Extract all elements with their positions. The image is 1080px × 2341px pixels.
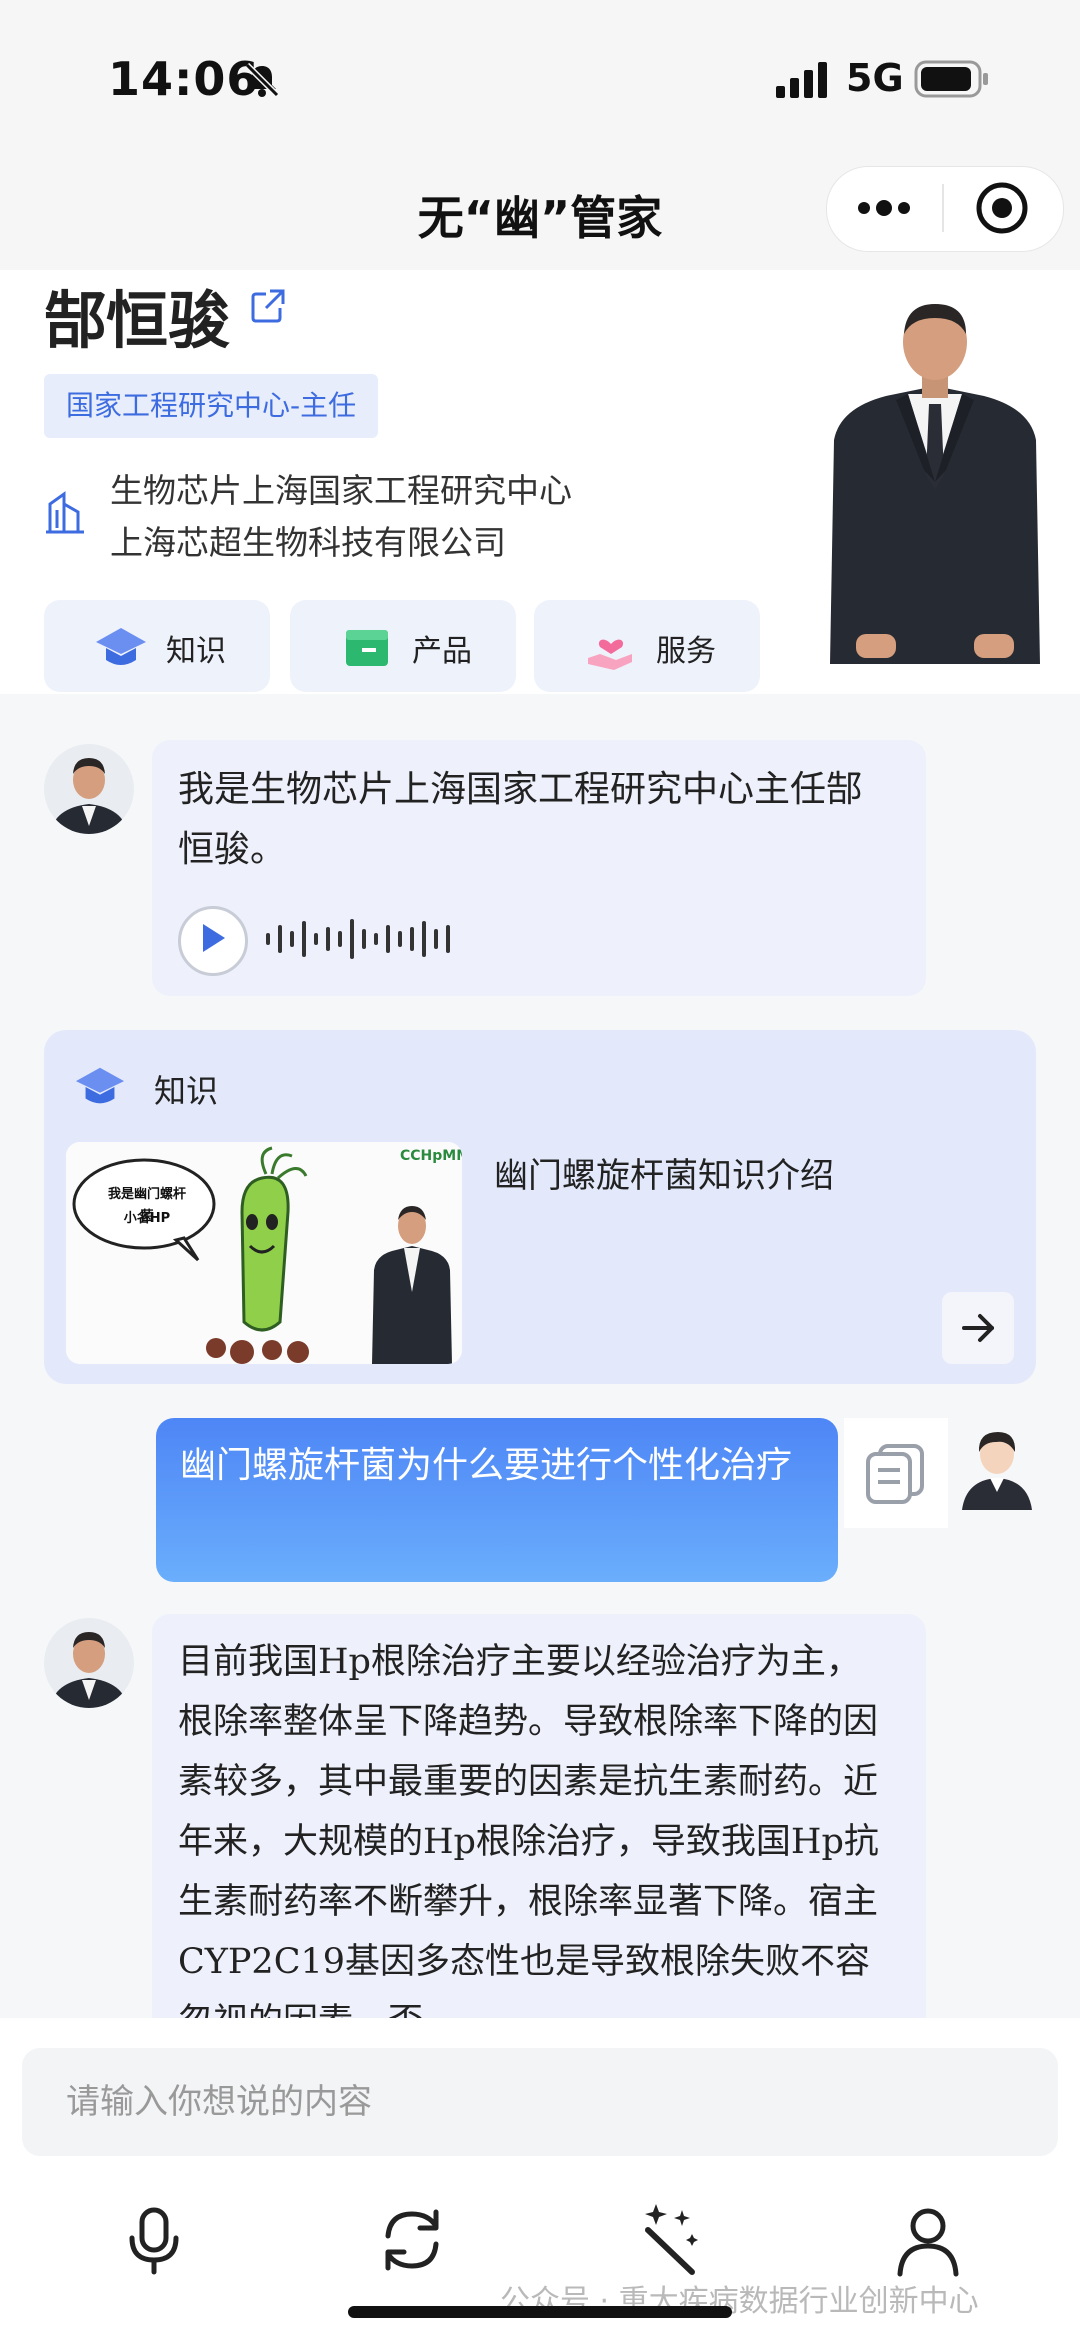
thumb-logo: CCHpMM: [400, 1148, 462, 1164]
close-miniprogram-icon[interactable]: [974, 180, 1030, 236]
graduation-cap-icon: [96, 628, 146, 665]
org-line-2: 上海芯超生物科技有限公司: [110, 523, 506, 562]
knowledge-thumbnail-art: [66, 1142, 462, 1364]
play-audio-button[interactable]: [178, 906, 248, 976]
expert-avatar: [44, 1618, 134, 1708]
home-indicator: [348, 2306, 732, 2318]
bell-off-icon: [244, 62, 280, 98]
refresh-icon[interactable]: [372, 2200, 452, 2280]
knowledge-card-label: 知识: [154, 1072, 219, 1110]
box-icon: [346, 630, 388, 666]
graduation-cap-icon: [75, 1067, 125, 1104]
share-icon[interactable]: [248, 286, 288, 326]
expert-portrait: [826, 300, 1044, 664]
more-icon[interactable]: [852, 190, 916, 226]
building-icon: [46, 491, 84, 534]
play-icon: [203, 924, 225, 952]
battery-icon: [914, 60, 988, 98]
message-input[interactable]: [22, 2048, 1058, 2156]
chip-product[interactable]: 产品: [290, 600, 516, 692]
audio-waveform: [266, 919, 450, 959]
chip-label: 知识: [166, 634, 226, 669]
microphone-icon[interactable]: [114, 2200, 194, 2280]
answer-text: 目前我国Hp根除治疗主要以经验治疗为主，根除率整体呈下降趋势。导致根除率下降的因…: [178, 1642, 879, 2024]
open-knowledge-button[interactable]: [942, 1292, 1014, 1364]
thumb-bubble-line-2: 小名HP: [123, 1211, 171, 1226]
chip-label: 服务: [656, 634, 716, 669]
user-avatar: [962, 1432, 1032, 1510]
hand-heart-icon: [588, 639, 632, 670]
knowledge-thumbnail[interactable]: 我是幽门螺杆菌 小名HP CCHpMM: [66, 1142, 462, 1364]
user-message-text: 幽门螺旋杆菌为什么要进行个性化治疗: [180, 1445, 793, 1486]
knowledge-item-title: 幽门螺旋杆菌知识介绍: [494, 1156, 834, 1196]
copy-icon[interactable]: [862, 1440, 928, 1506]
intro-text: 我是生物芯片上海国家工程研究中心主任郜恒骏。: [178, 769, 863, 870]
title-badge: 国家工程研究中心-主任: [44, 374, 379, 438]
chip-knowledge[interactable]: 知识: [44, 600, 270, 692]
capsule-divider: [942, 184, 944, 232]
expert-name: 郜恒骏: [44, 284, 231, 357]
person-icon[interactable]: [888, 2200, 968, 2280]
network-type: 5G: [846, 56, 904, 100]
org-line-1: 生物芯片上海国家工程研究中心: [110, 471, 572, 510]
chip-service[interactable]: 服务: [534, 600, 760, 692]
chip-label: 产品: [412, 634, 472, 669]
magic-wand-icon[interactable]: [630, 2200, 710, 2280]
arrow-right-icon: [962, 1314, 994, 1342]
signal-icon: [776, 62, 827, 98]
status-time: 14:06: [108, 52, 260, 106]
expert-avatar: [44, 744, 134, 834]
